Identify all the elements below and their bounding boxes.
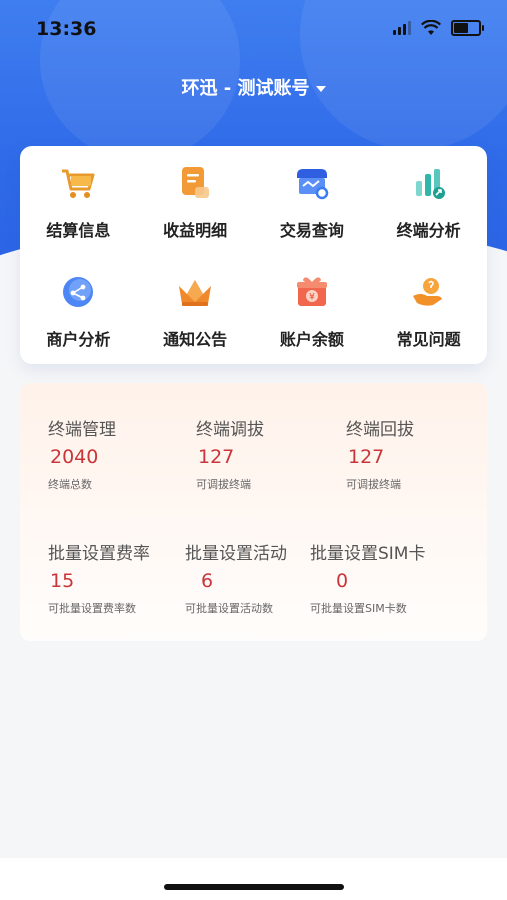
stat-terminal-management[interactable]: 终端管理 2040 终端总数: [48, 415, 116, 492]
cart-icon: [56, 161, 100, 205]
menu-item-announcements[interactable]: 通知公告: [137, 255, 254, 364]
cellular-signal-icon: [393, 21, 411, 35]
stat-caption: 可批量设置费率数: [48, 602, 136, 615]
menu-label: 终端分析: [396, 220, 461, 240]
share-icon: [56, 270, 100, 314]
stat-value: 2040: [50, 446, 99, 468]
stat-value: 127: [198, 446, 235, 468]
menu-item-terminal-analysis[interactable]: 终端分析: [370, 146, 487, 255]
help-hand-icon: [407, 270, 451, 314]
terminal-stats-card: 终端管理 2040 终端总数 终端调拔 127 可调拔终端 终端回拔 127 可…: [20, 383, 487, 641]
stat-value: 15: [50, 570, 75, 592]
menu-label: 收益明细: [163, 220, 228, 240]
stat-title: 批量设置活动: [185, 544, 287, 564]
account-name: 环迅 - 测试账号: [181, 78, 310, 99]
stat-terminal-transfer[interactable]: 终端调拔 127 可调拔终端: [196, 415, 264, 492]
stat-caption: 可调拔终端: [346, 478, 401, 491]
stat-caption: 可批量设置活动数: [185, 602, 273, 615]
stat-title: 批量设置SIM卡: [310, 544, 426, 564]
stat-caption: 可批量设置SIM卡数: [310, 602, 407, 615]
caret-down-icon: [315, 86, 326, 92]
menu-card: 结算信息 收益明细 交易查询 终端分析 商户分析 通知公告 ¥ 账户余额 常见问…: [20, 146, 487, 364]
status-time: 13:36: [36, 18, 97, 40]
menu-label: 交易查询: [279, 220, 344, 240]
stat-value: 127: [348, 446, 385, 468]
home-indicator[interactable]: [164, 884, 344, 890]
stat-value: 6: [201, 570, 214, 592]
menu-item-earnings[interactable]: 收益明细: [137, 146, 254, 255]
menu-label: 常见问题: [396, 329, 461, 349]
stat-title: 终端回拔: [346, 420, 414, 440]
crown-icon: [173, 270, 217, 314]
menu-item-account-balance[interactable]: ¥ 账户余额: [254, 255, 371, 364]
menu-item-transactions[interactable]: 交易查询: [254, 146, 371, 255]
menu-item-settlement[interactable]: 结算信息: [20, 146, 137, 255]
menu-label: 商户分析: [46, 329, 111, 349]
menu-item-merchant-analysis[interactable]: 商户分析: [20, 255, 137, 364]
bottom-safe-area: [0, 858, 507, 900]
shop-search-icon: [290, 161, 334, 205]
svg-text:¥: ¥: [309, 292, 315, 302]
stat-batch-sim[interactable]: 批量设置SIM卡 0 可批量设置SIM卡数: [310, 539, 425, 616]
stat-title: 终端调拔: [196, 420, 264, 440]
menu-label: 结算信息: [46, 220, 111, 240]
stat-caption: 终端总数: [48, 478, 92, 491]
stat-value: 0: [336, 570, 349, 592]
document-icon: [173, 161, 217, 205]
stat-caption: 可调拔终端: [196, 478, 251, 491]
battery-icon: [451, 20, 484, 36]
menu-label: 账户余额: [279, 329, 344, 349]
menu-item-faq[interactable]: 常见问题: [370, 255, 487, 364]
wifi-icon: [421, 20, 441, 35]
stat-title: 批量设置费率: [48, 544, 150, 564]
status-icons: [393, 20, 484, 36]
bar-chart-icon: [407, 161, 451, 205]
stat-title: 终端管理: [48, 420, 116, 440]
stat-batch-activity[interactable]: 批量设置活动 6 可批量设置活动数: [185, 539, 287, 616]
menu-label: 通知公告: [163, 329, 228, 349]
status-bar: 13:36: [0, 0, 507, 60]
gift-money-icon: ¥: [290, 270, 334, 314]
stat-terminal-return[interactable]: 终端回拔 127 可调拔终端: [346, 415, 414, 492]
stat-batch-rate[interactable]: 批量设置费率 15 可批量设置费率数: [48, 539, 150, 616]
battery-level: [454, 23, 468, 33]
account-switcher[interactable]: 环迅 - 测试账号: [0, 74, 507, 100]
